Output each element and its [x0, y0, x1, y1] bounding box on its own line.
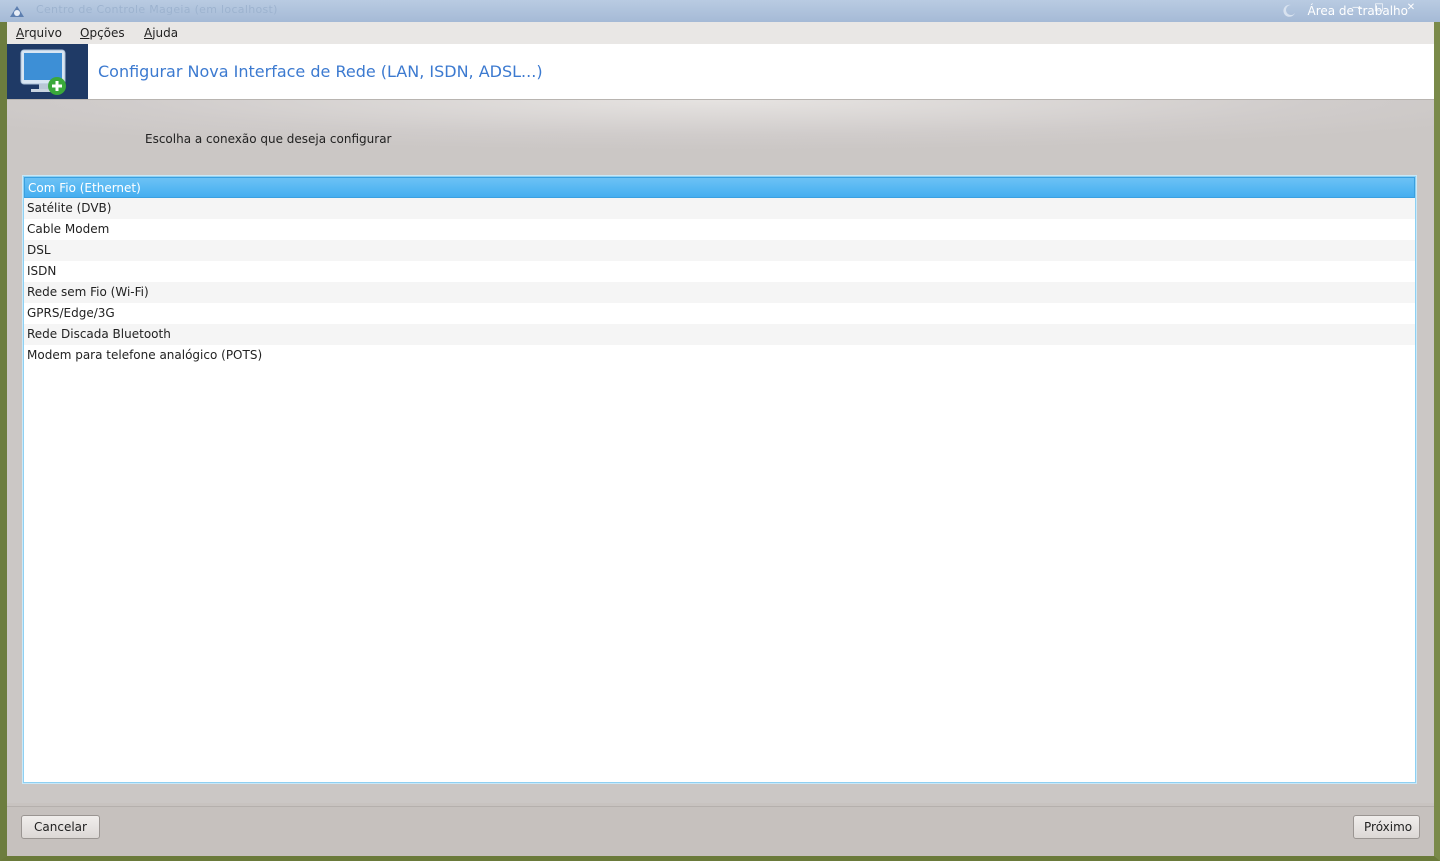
list-item-bluetooth[interactable]: Rede Discada Bluetooth: [24, 324, 1415, 345]
list-item-satellite[interactable]: Satélite (DVB): [24, 198, 1415, 219]
close-icon[interactable]: ✕: [1404, 2, 1418, 14]
menu-arquivo[interactable]: Arquivo: [16, 26, 62, 40]
minimize-icon[interactable]: —: [1350, 2, 1364, 14]
app-window: Centro de Controle Mageia (em localhost)…: [0, 0, 1440, 861]
list-item-cable-modem[interactable]: Cable Modem: [24, 219, 1415, 240]
maximize-icon[interactable]: □: [1372, 2, 1386, 14]
monitor-add-icon: [20, 49, 66, 95]
list-item-gprs[interactable]: GPRS/Edge/3G: [24, 303, 1415, 324]
wizard-content: Escolha a conexão que deseja configurar …: [7, 100, 1434, 803]
mageia-logo-icon: [10, 6, 24, 17]
menu-opcoes[interactable]: Opções: [80, 26, 125, 40]
connection-type-list[interactable]: Com Fio (Ethernet) Satélite (DVB) Cable …: [23, 176, 1416, 783]
menu-ajuda-mnemonic: A: [144, 26, 153, 40]
list-item-dsl[interactable]: DSL: [24, 240, 1415, 261]
title-bar[interactable]: Centro de Controle Mageia (em localhost)…: [0, 0, 1440, 22]
cancel-button[interactable]: Cancelar: [21, 815, 100, 839]
list-item-wifi[interactable]: Rede sem Fio (Wi-Fi): [24, 282, 1415, 303]
window-title: Centro de Controle Mageia (em localhost): [36, 3, 278, 16]
menu-bar: Arquivo Opções Ajuda: [7, 22, 1434, 44]
menu-ajuda[interactable]: Ajuda: [144, 26, 178, 40]
menu-opcoes-label: pções: [89, 26, 125, 40]
connection-prompt: Escolha a conexão que deseja configurar: [145, 132, 392, 146]
menu-arquivo-mnemonic: A: [16, 26, 25, 40]
wizard-footer: Cancelar Próximo: [7, 807, 1434, 856]
wizard-header: Configurar Nova Interface de Rede (LAN, …: [7, 44, 1434, 100]
activity-icon: [1283, 4, 1295, 17]
page-title: Configurar Nova Interface de Rede (LAN, …: [98, 62, 543, 81]
menu-ajuda-label: juda: [152, 26, 179, 40]
list-item-pots[interactable]: Modem para telefone analógico (POTS): [24, 345, 1415, 366]
next-button[interactable]: Próximo: [1353, 815, 1420, 839]
list-item-isdn[interactable]: ISDN: [24, 261, 1415, 282]
menu-arquivo-label: rquivo: [24, 26, 62, 40]
logo-panel: [7, 44, 88, 99]
list-item-ethernet[interactable]: Com Fio (Ethernet): [24, 177, 1415, 198]
